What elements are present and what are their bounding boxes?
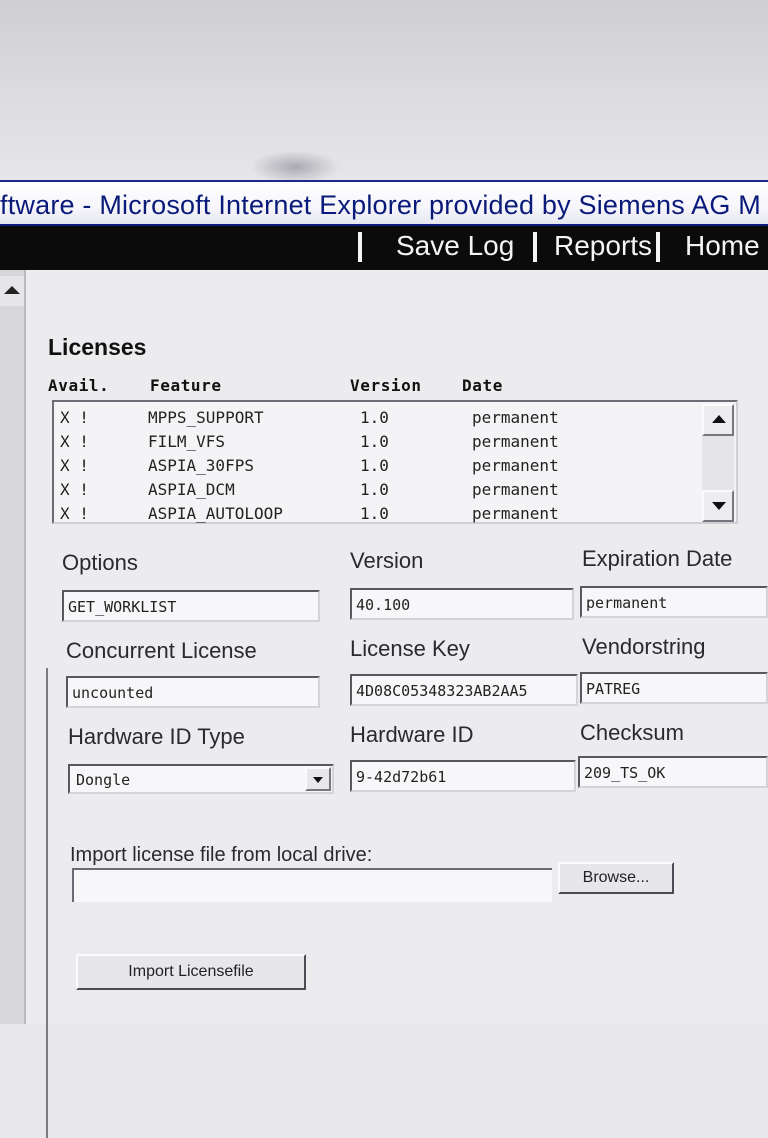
save-log-link[interactable]: Save Log <box>396 230 514 262</box>
checksum-field[interactable]: 209_TS_OK <box>578 756 768 788</box>
row-version: 1.0 <box>360 480 389 499</box>
column-header-avail: Avail. <box>48 376 110 395</box>
row-date: permanent <box>472 432 559 451</box>
version-label: Version <box>350 548 424 573</box>
license-key-label: License Key <box>350 636 470 661</box>
row-version: 1.0 <box>360 432 389 451</box>
nav-separator <box>533 232 537 262</box>
hardware-id-type-label: Hardware ID Type <box>68 724 245 749</box>
hardware-id-type-value: Dongle <box>76 771 131 789</box>
browse-button[interactable]: Browse... <box>558 862 674 894</box>
import-licensefile-button[interactable]: Import Licensefile <box>76 954 306 990</box>
row-feature: ASPIA_30FPS <box>148 456 254 475</box>
row-avail: X ! <box>60 432 89 451</box>
window-title: ftware - Microsoft Internet Explorer pro… <box>0 190 761 220</box>
row-avail: X ! <box>60 456 89 475</box>
list-item[interactable]: X ! ASPIA_30FPS 1.0 permanent <box>54 454 704 478</box>
row-date: permanent <box>472 456 559 475</box>
license-feature-list[interactable]: X ! MPPS_SUPPORT 1.0 permanent X ! FILM_… <box>52 400 738 524</box>
list-item[interactable]: X ! ASPIA_DCM 1.0 permanent <box>54 478 704 502</box>
row-date: permanent <box>472 408 559 427</box>
window-title-bar: ftware - Microsoft Internet Explorer pro… <box>0 180 768 226</box>
concurrent-license-label: Concurrent License <box>66 638 257 663</box>
row-version: 1.0 <box>360 408 389 427</box>
list-scrollbar[interactable] <box>702 404 734 522</box>
row-avail: X ! <box>60 504 89 523</box>
licenses-title: Licenses <box>48 334 147 360</box>
checksum-label: Checksum <box>580 720 684 745</box>
row-avail: X ! <box>60 480 89 499</box>
license-panel: Licenses Avail. Feature Version Date X !… <box>26 270 768 1138</box>
list-scroll-down-icon[interactable] <box>702 490 734 522</box>
row-date: permanent <box>472 504 559 523</box>
row-version: 1.0 <box>360 504 389 523</box>
panel-frame-border <box>26 668 48 1138</box>
row-version: 1.0 <box>360 456 389 475</box>
expiration-date-label: Expiration Date <box>582 546 733 571</box>
options-label: Options <box>62 550 138 575</box>
nav-separator <box>358 232 362 262</box>
nav-separator <box>656 232 660 262</box>
hardware-id-field[interactable]: 9-42d72b61 <box>350 760 576 792</box>
vendorstring-field[interactable]: PATREG <box>580 672 768 704</box>
chevron-down-icon[interactable] <box>305 767 331 791</box>
background-above-window <box>0 0 768 184</box>
row-feature: MPPS_SUPPORT <box>148 408 264 427</box>
list-item[interactable]: X ! ASPIA_AUTOLOOP 1.0 permanent <box>54 502 704 526</box>
list-item[interactable]: X ! MPPS_SUPPORT 1.0 permanent <box>54 406 704 430</box>
row-feature: ASPIA_AUTOLOOP <box>148 504 283 523</box>
concurrent-license-field[interactable]: uncounted <box>66 676 320 708</box>
reports-link[interactable]: Reports <box>554 230 652 262</box>
screen-glare <box>250 150 340 184</box>
home-link[interactable]: Home <box>685 230 760 262</box>
hardware-id-type-select[interactable]: Dongle <box>68 764 334 794</box>
import-license-label: Import license file from local drive: <box>70 844 373 866</box>
row-avail: X ! <box>60 408 89 427</box>
license-file-path-input[interactable] <box>72 868 552 902</box>
hardware-id-label: Hardware ID <box>350 722 474 747</box>
top-nav-bar: Save Log Reports Home <box>0 226 768 270</box>
version-field[interactable]: 40.100 <box>350 588 574 620</box>
column-header-version: Version <box>350 376 422 395</box>
expiration-date-field[interactable]: permanent <box>580 586 768 618</box>
list-item[interactable]: X ! FILM_VFS 1.0 permanent <box>54 430 704 454</box>
column-header-feature: Feature <box>150 376 222 395</box>
list-scroll-up-icon[interactable] <box>702 404 734 436</box>
row-feature: FILM_VFS <box>148 432 226 451</box>
row-feature: ASPIA_DCM <box>148 480 235 499</box>
column-header-date: Date <box>462 376 503 395</box>
license-key-field[interactable]: 4D08C05348323AB2AA5 <box>350 674 578 706</box>
vendorstring-label: Vendorstring <box>582 634 706 659</box>
page-scrollbar[interactable] <box>0 270 26 1024</box>
row-date: permanent <box>472 480 559 499</box>
options-field[interactable]: GET_WORKLIST <box>62 590 320 622</box>
scroll-up-arrow-icon[interactable] <box>0 276 24 306</box>
